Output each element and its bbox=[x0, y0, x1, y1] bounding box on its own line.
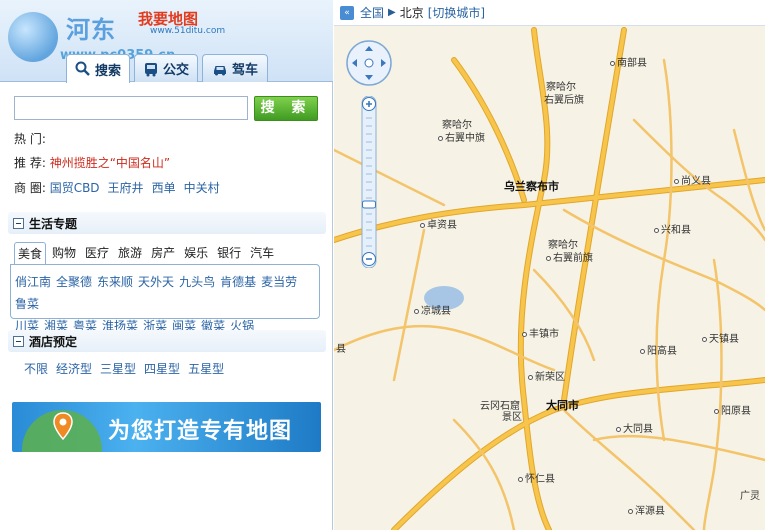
food-list: 俏江南 全聚德 东来顺 天外天 九头鸟 肯德基 麦当劳鲁菜 川菜 湘菜 粤菜 淮扬菜 浙菜 闽菜 徽菜火… bbox=[10, 264, 320, 333]
business-label: 商 圈: bbox=[14, 181, 46, 195]
back-icon[interactable]: « bbox=[340, 5, 354, 20]
logo-text: 河东 bbox=[66, 16, 116, 44]
car-icon bbox=[213, 65, 226, 75]
food-link[interactable]: 天外天 bbox=[138, 275, 174, 289]
hot-label: 热 门: bbox=[14, 132, 46, 146]
map-label[interactable]: 天镇县 bbox=[702, 330, 739, 345]
recommend-row: 推 荐: 神州揽胜之“中国名山” bbox=[14, 154, 170, 171]
hotel-link[interactable]: 不限 bbox=[24, 362, 48, 376]
map-label[interactable]: 右翼中旗 bbox=[438, 129, 485, 144]
map-label[interactable]: 县 bbox=[336, 340, 346, 355]
map-label[interactable]: 广灵 bbox=[740, 487, 760, 502]
header: 河东 我要地图 www.51ditu.com www.pc0359.cn 搜索 … bbox=[0, 0, 333, 83]
map-label[interactable]: 丰镇市 bbox=[522, 325, 559, 340]
logo-icon bbox=[8, 12, 58, 62]
hotel-link[interactable]: 五星型 bbox=[188, 362, 224, 376]
food-link[interactable]: 九头鸟 bbox=[179, 275, 215, 289]
recommend-link[interactable]: 神州揽胜之“中国名山” bbox=[50, 156, 170, 170]
tab-label: 驾车 bbox=[231, 63, 258, 78]
food-link[interactable]: 肯德基 bbox=[220, 275, 256, 289]
map-label[interactable]: 右翼后旗 bbox=[544, 91, 584, 106]
collapse-icon[interactable] bbox=[13, 217, 24, 229]
left-panel: 河东 我要地图 www.51ditu.com www.pc0359.cn 搜索 … bbox=[0, 0, 333, 530]
map-label[interactable]: 怀仁县 bbox=[518, 470, 555, 485]
food-link[interactable]: 鲁菜 bbox=[15, 297, 39, 311]
bus-icon bbox=[144, 62, 157, 76]
category-tab[interactable]: 旅游 bbox=[115, 242, 145, 265]
business-link[interactable]: 中关村 bbox=[184, 181, 220, 195]
map-label[interactable]: 兴和县 bbox=[654, 221, 691, 236]
breadcrumb: « 全国 ▶ 北京 [切换城市] bbox=[334, 0, 765, 26]
breadcrumb-city: 北京 bbox=[399, 6, 424, 20]
map-label[interactable]: 卓资县 bbox=[420, 216, 457, 231]
switch-city-link[interactable]: [切换城市] bbox=[428, 4, 485, 21]
section-title: 生活专题 bbox=[29, 216, 78, 231]
hot-row: 热 门: bbox=[14, 130, 46, 147]
business-link[interactable]: 国贸CBD bbox=[50, 181, 100, 195]
hotel-options: 不限 经济型 三星型 四星型 五星型 bbox=[24, 360, 232, 377]
food-link[interactable]: 全聚德 bbox=[56, 275, 92, 289]
map-label[interactable]: 右翼前旗 bbox=[546, 249, 593, 264]
map-view[interactable]: « 全国 ▶ 北京 [切换城市] 南部县 察哈尔 右翼后旗 察哈尔 右翼中旗 乌… bbox=[334, 0, 765, 530]
search-button[interactable]: 搜 索 bbox=[254, 96, 318, 121]
tab-drive[interactable]: 驾车 bbox=[202, 54, 268, 82]
business-link[interactable]: 王府井 bbox=[108, 181, 144, 195]
hotel-link[interactable]: 四星型 bbox=[144, 362, 180, 376]
map-label[interactable]: 南部县 bbox=[610, 54, 647, 69]
tab-label: 公交 bbox=[162, 63, 189, 78]
food-link[interactable]: 麦当劳 bbox=[261, 275, 297, 289]
recommend-label: 推 荐: bbox=[14, 156, 46, 170]
pan-control[interactable] bbox=[346, 40, 392, 86]
category-tab[interactable]: 汽车 bbox=[247, 242, 277, 265]
food-link[interactable]: 东来顺 bbox=[97, 275, 133, 289]
category-tab[interactable]: 医疗 bbox=[82, 242, 112, 265]
business-row: 商 圈: 国贸CBD 王府井 西单 中关村 bbox=[14, 179, 228, 196]
map-label[interactable]: 大同县 bbox=[616, 420, 653, 435]
breadcrumb-root[interactable]: 全国 bbox=[360, 4, 384, 21]
search-icon bbox=[75, 61, 90, 76]
category-tab[interactable]: 银行 bbox=[214, 242, 244, 265]
category-tab[interactable]: 购物 bbox=[49, 242, 79, 265]
chevron-right-icon: ▶ bbox=[388, 7, 396, 18]
category-tab[interactable]: 房产 bbox=[148, 242, 178, 265]
category-tab[interactable]: 娱乐 bbox=[181, 242, 211, 265]
section-title: 酒店预定 bbox=[29, 334, 78, 349]
hotel-section-header[interactable]: 酒店预定 bbox=[8, 330, 326, 352]
business-link[interactable]: 西单 bbox=[152, 181, 176, 195]
map-label[interactable]: 景区 bbox=[502, 408, 522, 423]
map-label[interactable]: 凉城县 bbox=[414, 302, 451, 317]
map-label[interactable]: 大同市 bbox=[546, 397, 579, 413]
category-tabs: 美食 购物 医疗 旅游 房产 娱乐 银行 汽车 bbox=[14, 242, 280, 265]
map-label[interactable]: 新荣区 bbox=[528, 368, 565, 383]
search-input[interactable] bbox=[14, 96, 248, 120]
map-pin-icon bbox=[53, 412, 73, 440]
tab-search[interactable]: 搜索 bbox=[66, 54, 130, 83]
ad-banner[interactable]: 为您打造专有地图 bbox=[12, 402, 321, 452]
life-section-header[interactable]: 生活专题 bbox=[8, 212, 326, 234]
food-link[interactable]: 俏江南 bbox=[15, 275, 51, 289]
map-label[interactable]: 阳原县 bbox=[714, 402, 751, 417]
map-label[interactable]: 阳高县 bbox=[640, 342, 677, 357]
collapse-icon[interactable] bbox=[13, 335, 24, 347]
logo-url: www.51ditu.com bbox=[150, 26, 226, 36]
tab-label: 搜索 bbox=[94, 63, 121, 79]
zoom-handle bbox=[362, 200, 376, 209]
hotel-link[interactable]: 三星型 bbox=[100, 362, 136, 376]
map-label[interactable]: 尚义县 bbox=[674, 172, 711, 187]
hotel-link[interactable]: 经济型 bbox=[56, 362, 92, 376]
category-tab[interactable]: 美食 bbox=[14, 242, 47, 265]
zoom-slider[interactable] bbox=[361, 96, 377, 268]
tab-bus[interactable]: 公交 bbox=[134, 54, 198, 82]
map-label[interactable]: 浑源县 bbox=[628, 502, 665, 517]
banner-text: 为您打造专有地图 bbox=[108, 419, 293, 444]
map-label[interactable]: 乌兰察布市 bbox=[504, 178, 559, 194]
